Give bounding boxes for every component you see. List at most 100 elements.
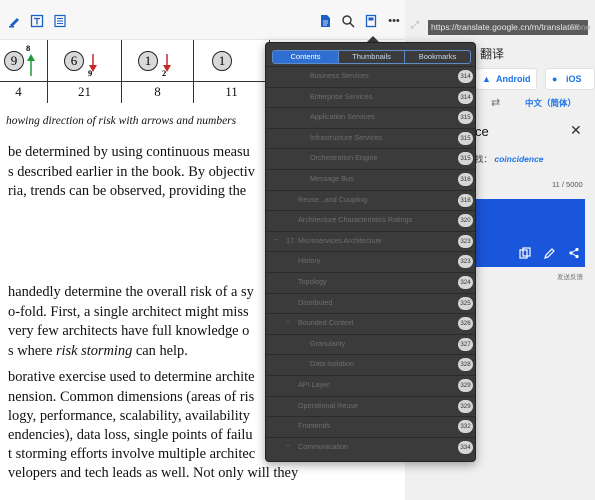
outline-item-label: Business Services [310,71,369,80]
source-text[interactable]: ce [475,124,489,139]
outline-item[interactable]: Operational Reuse 329 [266,395,475,417]
outline-item[interactable]: History 323 [266,251,475,272]
url-field[interactable]: https://translate.google.cn/m/translate# [428,20,588,35]
collapse-toggle-icon[interactable]: – [286,442,290,449]
outline-item[interactable]: Frontends 332 [266,416,475,437]
risk-value: 4 [15,84,22,99]
outline-item[interactable]: Message Bus 316 [266,168,475,190]
feedback-link[interactable]: 发送反馈 [557,271,583,281]
outline-item-label: Granularity [310,338,346,348]
apple-icon: ● [552,74,558,84]
outline-item-label: Architecture Characteristics Ratings [298,215,413,225]
outline-item-label: Distributed [298,297,333,307]
risk-column: 6 9 21 [48,40,122,103]
text-line: handedly determine the overall risk of a… [8,284,254,300]
highlighter-icon[interactable] [8,14,22,28]
outline-item[interactable]: Architecture Characteristics Ratings 320 [266,210,475,231]
outline-icon[interactable] [364,14,378,28]
page-number-badge: 325 [458,296,473,310]
outline-item-label: Bounded Context [298,318,354,328]
tab-contents[interactable]: Contents [273,51,339,63]
outline-item[interactable]: Reuse...and Coupling 318 [266,189,475,211]
risk-circle: 1 [212,51,232,71]
target-language[interactable]: 中文（简体） [525,97,576,109]
outline-item[interactable]: Topology 324 [266,271,475,293]
outline-item-label: API Layer [298,379,330,389]
collapse-toggle-icon[interactable]: – [274,236,278,243]
search-icon[interactable] [341,14,355,28]
outline-item[interactable]: Enterprise Services 314 [266,86,475,108]
copy-icon[interactable] [519,246,531,259]
risk-circle: 9 [4,51,24,71]
risk-column: 1 11 [194,40,270,103]
page-number-badge: 314 [458,70,473,83]
risk-storming-term: risk storming [55,343,133,359]
text-line: o-fold. First, a single architect might … [8,304,249,320]
ios-button[interactable]: ● iOS [545,68,595,90]
close-icon[interactable]: ✕ [570,122,582,139]
outline-item-label: Data Isolation [310,359,354,369]
text-line: s where risk storming can help. [8,341,188,361]
text-line: borative exercise used to determine arch… [8,369,255,385]
page-number-badge: 315 [458,131,473,145]
outline-item-label: Operational Reuse [298,400,358,410]
outline-item[interactable]: Business Services 314 [266,66,475,87]
text-line: ria, trends can be observed, providing t… [8,183,247,199]
risk-value: 11 [225,84,238,99]
text-line: very few architects have full knowledge … [8,323,250,339]
android-icon: ▲ [482,74,491,84]
share-icon[interactable] [568,246,580,259]
outline-item[interactable]: – Communication 334 [266,436,475,458]
android-button[interactable]: ▲ Android [475,68,537,90]
swap-languages-icon[interactable]: ⇄ [491,96,500,109]
tab-thumbnails[interactable]: Thumbnails [339,51,405,63]
more-icon[interactable]: ••• [387,14,401,28]
outline-item[interactable]: Granularity 327 [266,333,475,355]
outline-item-label: Communication [298,441,348,451]
document-icon[interactable] [318,14,332,28]
collapse-toggle-icon[interactable]: – [286,318,290,325]
outline-item-label: Frontends [298,421,331,431]
page-number-badge: 324 [458,275,473,289]
suggestion-row: 找： coincidence [475,153,544,165]
fullscreen-icon[interactable]: ⤢ [411,20,419,31]
risk-column: 1 2 8 [122,40,194,103]
outline-item[interactable]: Data Isolation 328 [266,354,475,375]
outline-item-label: Infrastructure Services [310,132,382,142]
outline-item-label: Application Services [310,112,375,122]
risk-sub: 2 [162,68,167,78]
outline-item-label: 17. Microservices Architecture [286,235,382,245]
ios-label: iOS [566,74,582,84]
url-bar: ⤢ https://translate.google.cn/m/translat… [405,12,595,38]
suggestion-link[interactable]: coincidence [494,154,543,164]
page-number-badge: 315 [458,152,473,166]
translate-title: 翻译 [480,47,505,61]
outline-item-label: History [298,256,321,266]
outline-item[interactable]: – Bounded Context 326 [266,313,475,334]
tab-bookmarks[interactable]: Bookmarks [405,51,470,63]
outline-tabs: Contents Thumbnails Bookmarks [272,50,471,64]
char-count: 11 / 5000 [552,180,583,189]
page-number-badge: 315 [458,111,473,125]
risk-value: 21 [78,84,91,99]
outline-item[interactable]: Infrastructure Services 315 [266,127,475,149]
page-number-badge: 328 [458,358,473,372]
figure-caption: howing direction of risk with arrows and… [6,115,237,127]
page-number-badge: 334 [458,440,473,454]
outline-item[interactable]: – 17. Microservices Architecture 323 [266,230,475,252]
android-label: Android [496,74,531,84]
outline-item[interactable]: Distributed 325 [266,292,475,314]
page-number-badge: 329 [458,399,473,413]
edit-icon[interactable] [544,246,556,259]
list-icon[interactable] [53,14,67,28]
text-box-icon[interactable] [30,14,44,28]
outline-item[interactable]: Application Services 315 [266,107,475,128]
outline-item[interactable]: Orchestration Engine 315 [266,148,475,169]
page-number-badge: 320 [458,214,473,228]
risk-up-arrow-icon [27,54,35,76]
outline-list: Business Services 314 Enterprise Services 3… [266,66,475,458]
outline-item[interactable]: API Layer 329 [266,374,475,396]
done-button[interactable]: Done [570,20,591,35]
page-number-badge: 332 [458,420,473,434]
page-number-badge: 314 [458,90,473,104]
